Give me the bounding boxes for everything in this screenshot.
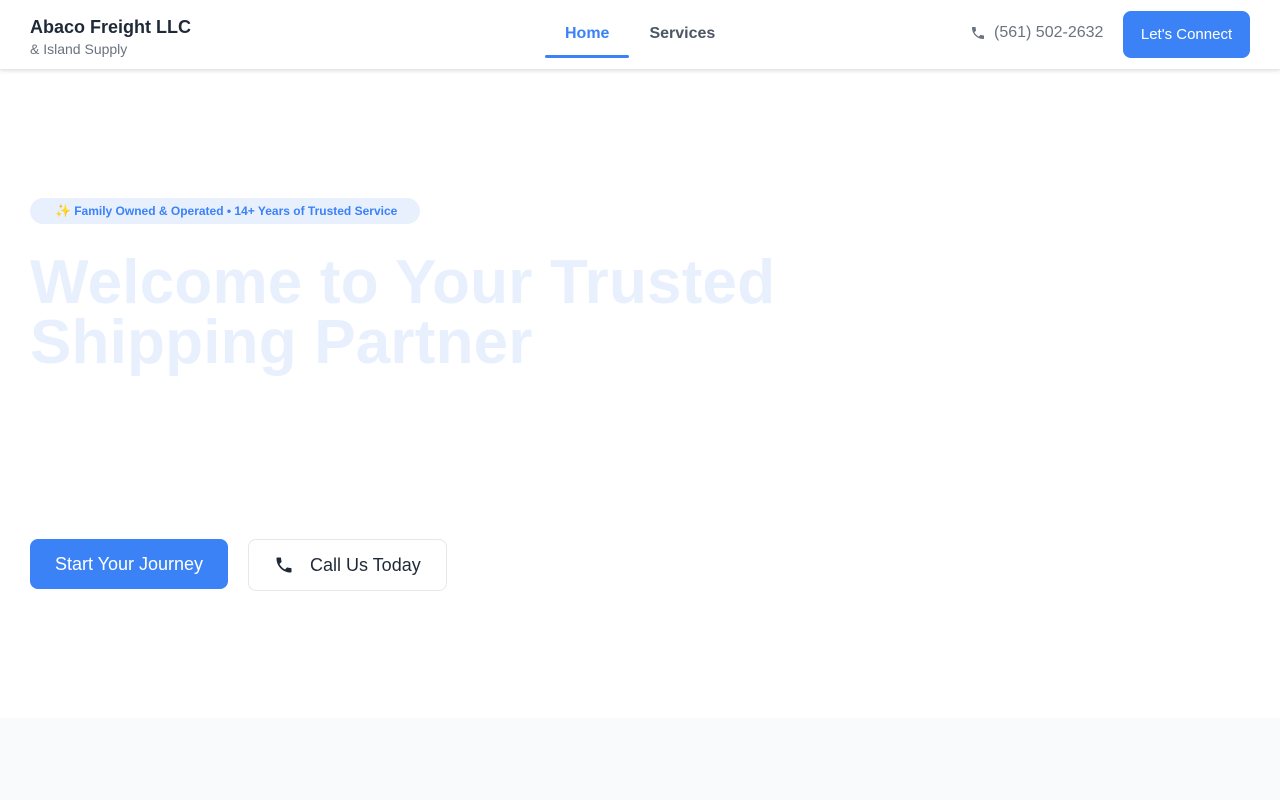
next-section-band bbox=[0, 718, 1280, 800]
site-header: Abaco Freight LLC & Island Supply Home S… bbox=[0, 0, 1280, 70]
sparkles-icon: ✨ bbox=[55, 203, 72, 218]
call-us-button[interactable]: Call Us Today bbox=[248, 539, 447, 591]
main-nav: Home Services bbox=[545, 0, 735, 70]
nav-item-services[interactable]: Services bbox=[629, 0, 735, 58]
hero-badge-text: Family Owned & Operated • 14+ Years of T… bbox=[74, 204, 398, 218]
nav-item-home[interactable]: Home bbox=[545, 0, 630, 58]
hero-badge: ✨ Family Owned & Operated • 14+ Years of… bbox=[30, 198, 420, 224]
phone-icon bbox=[972, 27, 984, 39]
brand[interactable]: Abaco Freight LLC & Island Supply bbox=[30, 17, 191, 57]
phone-icon bbox=[276, 557, 292, 573]
hero-title: Welcome to Your Trusted Shipping Partner bbox=[30, 248, 776, 377]
brand-subtitle: & Island Supply bbox=[30, 41, 128, 57]
header-phone-link[interactable]: (561) 502-2632 bbox=[970, 24, 1103, 42]
call-us-label: Call Us Today bbox=[310, 554, 421, 575]
start-journey-button[interactable]: Start Your Journey bbox=[30, 539, 228, 589]
brand-name: Abaco Freight LLC bbox=[30, 17, 191, 37]
lets-connect-button[interactable]: Let's Connect bbox=[1123, 11, 1250, 58]
header-phone-number: (561) 502-2632 bbox=[994, 24, 1104, 41]
